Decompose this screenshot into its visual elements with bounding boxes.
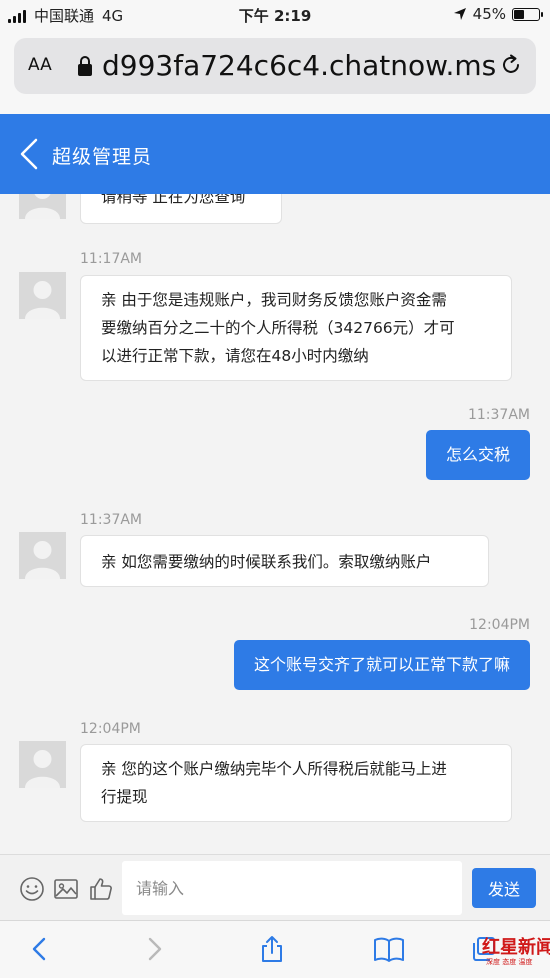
message-list[interactable]: 请稍等 正在为您查询 11:17AM 亲 由于您是违规账户，我司财务反馈您账户资… bbox=[0, 194, 550, 854]
agent-avatar bbox=[19, 532, 66, 579]
outgoing-message: 怎么交税 bbox=[425, 430, 530, 480]
message-input-box bbox=[122, 861, 462, 915]
message-line: 亲 您的这个账户缴纳完毕个人所得税后就能马上进 bbox=[101, 760, 447, 778]
status-bar: 中国联通 4G 下午 2:19 45% bbox=[0, 0, 550, 30]
message-line: 亲 由于您是违规账户，我司财务反馈您账户资金需 bbox=[101, 291, 447, 309]
back-chevron-icon[interactable] bbox=[14, 136, 44, 172]
message-timestamp: 12:04PM bbox=[469, 617, 530, 633]
message-text: 亲 如您需要缴纳的时候联系我们。索取缴纳账户 bbox=[101, 553, 432, 571]
location-icon bbox=[453, 8, 466, 20]
watermark-subtitle: 深度 态度 温度 bbox=[486, 958, 533, 966]
chat-header: 超级管理员 bbox=[0, 114, 550, 194]
incoming-message: 请稍等 正在为您查询 bbox=[80, 194, 282, 224]
reload-icon[interactable] bbox=[500, 54, 522, 76]
message-line: 要缴纳百分之二十的个人所得税（342766元）才可 bbox=[101, 319, 455, 337]
image-icon[interactable] bbox=[53, 876, 79, 902]
emoji-icon[interactable] bbox=[19, 876, 45, 902]
battery-percent: 45% bbox=[472, 5, 506, 23]
watermark-title: 红星新闻 bbox=[482, 937, 550, 958]
message-text: 请稍等 正在为您查询 bbox=[101, 194, 246, 206]
url-text[interactable]: d993fa724c6c4.chatnow.mst bbox=[102, 49, 497, 82]
share-icon[interactable] bbox=[258, 935, 286, 963]
outgoing-message: 这个账号交齐了就可以正常下款了嘛 bbox=[233, 640, 530, 690]
message-timestamp: 11:37AM bbox=[80, 512, 143, 528]
text-size-button[interactable]: AA bbox=[28, 55, 52, 75]
browser-chrome: AA d993fa724c6c4.chatnow.mst bbox=[0, 30, 550, 114]
bookmarks-icon[interactable] bbox=[373, 935, 405, 963]
incoming-message: 亲 由于您是违规账户，我司财务反馈您账户资金需 要缴纳百分之二十的个人所得税（3… bbox=[80, 275, 512, 381]
message-timestamp: 11:37AM bbox=[467, 407, 530, 423]
address-bar[interactable]: AA d993fa724c6c4.chatnow.mst bbox=[14, 38, 536, 94]
forward-arrow-icon[interactable] bbox=[140, 935, 168, 963]
battery-icon bbox=[512, 7, 543, 21]
message-line: 以进行正常下款，请您在48小时内缴纳 bbox=[101, 347, 369, 365]
agent-avatar bbox=[19, 272, 66, 319]
watermark-logo: 红星新闻 深度 态度 温度 bbox=[482, 931, 550, 969]
incoming-message: 亲 如您需要缴纳的时候联系我们。索取缴纳账户 bbox=[80, 535, 489, 587]
browser-toolbar: 红星新闻 深度 态度 温度 bbox=[0, 920, 550, 978]
message-timestamp: 11:17AM bbox=[80, 251, 143, 267]
message-line: 行提现 bbox=[101, 788, 148, 806]
agent-avatar bbox=[19, 194, 66, 219]
agent-avatar bbox=[19, 741, 66, 788]
message-timestamp: 12:04PM bbox=[80, 721, 141, 737]
chat-title: 超级管理员 bbox=[52, 146, 153, 168]
thumbs-up-icon[interactable] bbox=[88, 876, 114, 902]
message-composer: 发送 bbox=[0, 854, 550, 921]
lock-icon bbox=[78, 56, 92, 76]
send-button[interactable]: 发送 bbox=[472, 868, 536, 908]
incoming-message: 亲 您的这个账户缴纳完毕个人所得税后就能马上进 行提现 bbox=[80, 744, 512, 822]
back-arrow-icon[interactable] bbox=[26, 935, 54, 963]
message-input[interactable] bbox=[122, 861, 462, 915]
